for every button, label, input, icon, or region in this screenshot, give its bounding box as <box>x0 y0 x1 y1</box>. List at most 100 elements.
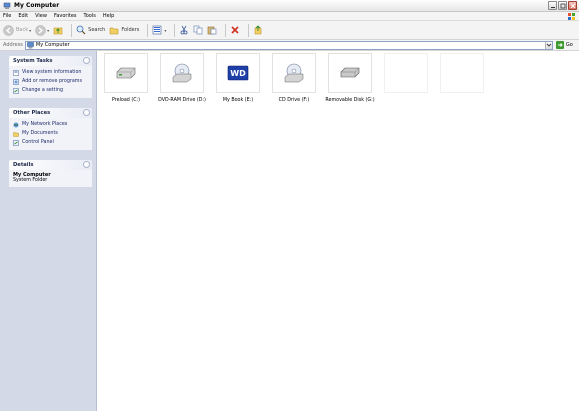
drive-item[interactable]: DVD-RAM Drive (D:) <box>158 53 206 103</box>
forward-arrow-icon <box>35 24 46 36</box>
views-dropdown-icon[interactable]: ▾ <box>164 28 166 33</box>
address-dropdown-button[interactable] <box>544 41 552 49</box>
windows-logo-icon <box>568 13 575 20</box>
forward-dropdown-icon[interactable]: ▾ <box>47 28 49 33</box>
views-button[interactable]: ▾ <box>152 23 166 38</box>
drive-label: CD Drive (F:) <box>278 98 310 103</box>
folders-button[interactable]: Folders <box>109 23 139 38</box>
menu-tools[interactable]: Tools <box>84 13 96 19</box>
menu-help[interactable]: Help <box>103 13 114 19</box>
minimize-button[interactable] <box>548 1 557 10</box>
close-button[interactable] <box>568 1 577 10</box>
details-panel: Details My Computer System Folder <box>9 160 92 187</box>
task-pane: System Tasks View system information Add… <box>0 51 97 411</box>
menu-favorites[interactable]: Favorites <box>54 13 77 19</box>
system-tasks-panel: System Tasks View system information Add… <box>9 56 92 98</box>
back-button[interactable]: Back ▾ <box>3 23 31 38</box>
copy-button[interactable] <box>193 23 203 38</box>
address-input[interactable]: My Computer <box>24 40 553 50</box>
go-label: Go <box>565 42 573 48</box>
window-title: My Computer <box>14 2 60 9</box>
other-places-header[interactable]: Other Places <box>9 108 92 118</box>
task-label: View system information <box>22 70 82 75</box>
undo-button[interactable] <box>253 23 263 38</box>
go-button[interactable]: Go <box>555 41 573 49</box>
address-bar: Address My Computer Go <box>0 40 579 51</box>
cut-button[interactable] <box>179 23 189 38</box>
menu-edit[interactable]: Edit <box>18 13 28 19</box>
other-places-panel: Other Places My Network Places My Docume… <box>9 108 92 150</box>
toolbar-separator <box>71 23 73 37</box>
folder-up-icon <box>53 27 63 35</box>
collapse-chevron-icon[interactable] <box>83 109 90 116</box>
place-label: My Network Places <box>22 122 68 127</box>
details-header[interactable]: Details <box>9 160 92 170</box>
cut-icon <box>181 25 188 35</box>
control-panel-icon <box>13 87 19 94</box>
chevron-down-icon <box>546 43 552 47</box>
paste-icon <box>208 26 217 35</box>
toolbar-separator <box>248 23 250 37</box>
network-places-icon <box>13 122 19 127</box>
delete-button[interactable] <box>230 23 240 38</box>
details-title: Details <box>13 162 34 168</box>
folders-icon <box>110 27 119 35</box>
toolbar: Back ▾ ▾ Search Folders ▾ <box>0 21 579 40</box>
drive-item[interactable]: Preload (C:) <box>104 53 148 103</box>
close-icon <box>570 3 576 9</box>
back-label: Back <box>16 27 29 33</box>
system-tasks-header[interactable]: System Tasks <box>9 56 92 66</box>
drive-label: Removable Disk (G:) <box>325 98 375 103</box>
other-places-title: Other Places <box>13 110 51 116</box>
collapse-chevron-icon[interactable] <box>83 57 90 64</box>
add-remove-programs-icon <box>13 78 19 85</box>
toolbar-separator <box>174 23 176 37</box>
task-label: Change a setting <box>22 88 63 93</box>
up-button[interactable] <box>53 23 63 38</box>
copy-icon <box>194 25 203 35</box>
menu-file[interactable]: File <box>3 13 11 19</box>
forward-button[interactable]: ▾ <box>35 23 49 38</box>
address-label: Address <box>3 42 23 48</box>
paste-button[interactable] <box>207 23 217 38</box>
menu-view[interactable]: View <box>35 13 47 19</box>
system-info-icon <box>13 69 19 76</box>
properties-icon <box>255 25 262 35</box>
views-icon <box>153 25 162 35</box>
drive-label: My Book (E:) <box>222 98 254 103</box>
collapse-chevron-icon[interactable] <box>83 161 90 168</box>
toolbar-separator <box>225 23 227 37</box>
hard-drive-icon <box>116 67 136 79</box>
go-arrow-icon <box>555 41 564 49</box>
search-icon <box>76 25 86 35</box>
maximize-button[interactable] <box>558 1 567 10</box>
details-type: System Folder <box>13 178 48 183</box>
control-panel-icon <box>13 139 19 146</box>
system-tasks-title: System Tasks <box>13 58 53 64</box>
task-change-setting[interactable]: Change a setting <box>13 86 88 95</box>
my-computer-icon <box>3 2 11 9</box>
place-my-network-places[interactable]: My Network Places <box>13 120 88 129</box>
back-dropdown-icon[interactable]: ▾ <box>29 28 31 33</box>
place-label: Control Panel <box>22 140 54 145</box>
place-my-documents[interactable]: My Documents <box>13 129 88 138</box>
search-button[interactable]: Search <box>76 23 105 38</box>
my-documents-icon <box>13 131 19 137</box>
search-label: Search <box>88 27 106 33</box>
task-view-system-information[interactable]: View system information <box>13 68 88 77</box>
drive-item[interactable]: WD My Book (E:) <box>216 53 260 103</box>
svg-text:WD: WD <box>230 69 246 78</box>
drive-label: DVD-RAM Drive (D:) <box>158 98 206 103</box>
wd-drive-icon: WD <box>227 65 249 81</box>
place-control-panel[interactable]: Control Panel <box>13 138 88 147</box>
dvd-drive-icon <box>172 63 192 83</box>
back-arrow-icon <box>3 24 14 36</box>
drive-item[interactable]: Removable Disk (G:) <box>325 53 375 103</box>
menu-bar: File Edit View Favorites Tools Help <box>0 12 579 21</box>
maximize-icon <box>560 3 566 9</box>
drive-item[interactable]: CD Drive (F:) <box>272 53 316 103</box>
folders-label: Folders <box>121 27 140 33</box>
place-label: My Documents <box>22 131 58 136</box>
empty-slot <box>440 53 484 93</box>
task-add-remove-programs[interactable]: Add or remove programs <box>13 77 88 86</box>
